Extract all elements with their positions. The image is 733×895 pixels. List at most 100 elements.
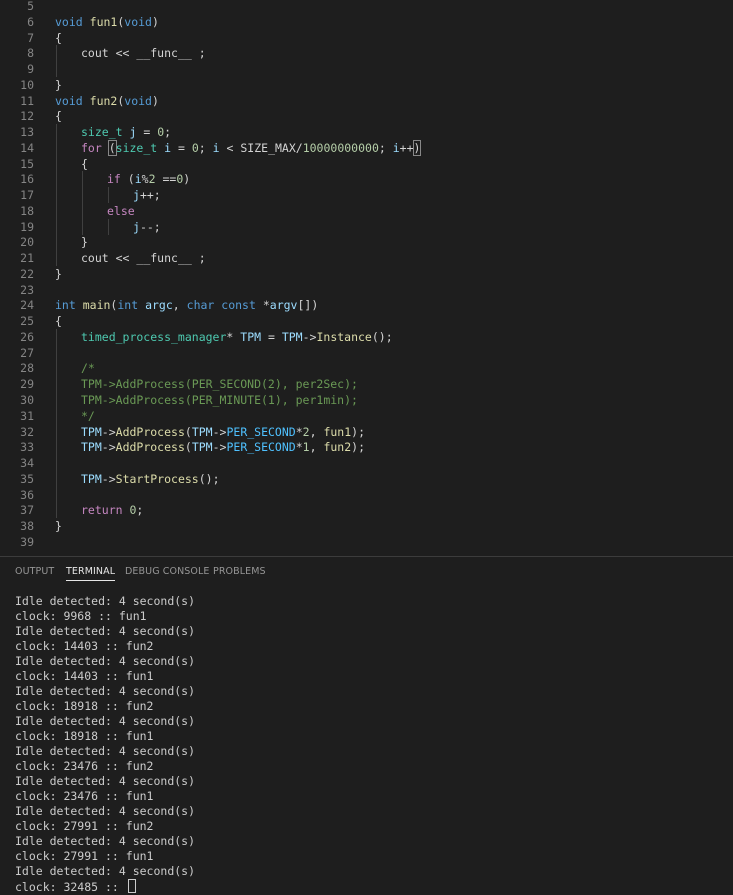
indent-guide [56, 218, 57, 235]
code-text: if (i%2 ==0) [107, 172, 191, 187]
terminal-line: Idle detected: 4 second(s) [15, 864, 196, 878]
code-line[interactable]: 33 TPM->AddProcess(TPM->PER_SECOND*1, fun… [0, 439, 733, 456]
line-number: 32 [20, 424, 34, 439]
code-text: else [107, 203, 135, 218]
code-line[interactable]: 31 */ [0, 407, 733, 424]
code-text: { [55, 30, 62, 45]
code-line[interactable]: 8 cout << __func__ ; [0, 45, 733, 62]
indent-guide [82, 202, 83, 219]
line-number: 14 [20, 140, 34, 155]
tab-debug-console[interactable]: DEBUG CONSOLE [125, 566, 210, 577]
line-number: 38 [20, 519, 34, 534]
terminal-line: clock: 18918 :: fun2 [15, 699, 154, 713]
code-line[interactable]: 16 if (i%2 ==0) [0, 171, 733, 188]
indent-guide [82, 187, 83, 204]
indent-guide [56, 139, 57, 156]
line-number: 12 [20, 109, 34, 124]
line-number: 22 [20, 266, 34, 281]
line-number: 17 [20, 188, 34, 203]
code-line[interactable]: 14 for (size_t i = 0; i < SIZE_MAX/100000… [0, 139, 733, 156]
code-line[interactable]: 21 cout << __func__ ; [0, 250, 733, 267]
line-number: 36 [20, 487, 34, 502]
code-line[interactable]: 35 TPM->StartProcess(); [0, 470, 733, 487]
line-number: 30 [20, 393, 34, 407]
terminal-line: Idle detected: 4 second(s) [15, 774, 196, 788]
code-line[interactable]: 36 [0, 486, 733, 503]
indent-guide [108, 218, 109, 235]
indent-guide [56, 455, 57, 472]
indent-guide [82, 171, 83, 188]
code-line[interactable]: 5 [0, 0, 733, 14]
code-line[interactable]: 13 size_t j = 0; [0, 124, 733, 141]
code-line[interactable]: 15 { [0, 155, 733, 172]
code-line[interactable]: 9 [0, 61, 733, 78]
terminal-line: Idle detected: 4 second(s) [15, 804, 196, 818]
code-text: size_t j = 0; [81, 125, 172, 140]
tab-problems[interactable]: PROBLEMS [213, 566, 266, 577]
line-number: 16 [20, 172, 34, 187]
line-number: 37 [20, 503, 34, 518]
code-line[interactable]: 23 [0, 282, 733, 298]
line-number: 8 [27, 46, 34, 61]
line-number: 24 [20, 298, 34, 313]
indent-guide [56, 155, 57, 172]
code-text: cout << __func__ ; [81, 251, 206, 266]
indent-guide [56, 486, 57, 503]
terminal-line: clock: 18918 :: fun1 [15, 729, 154, 743]
code-line[interactable]: 38} [0, 518, 733, 534]
code-text: } [55, 266, 62, 281]
code-line[interactable]: 34 [0, 455, 733, 472]
code-line[interactable]: 11 void fun2(void) [0, 93, 733, 109]
line-number: 33 [20, 440, 34, 455]
code-line[interactable]: 26 timed_process_manager* TPM = TPM->Inst… [0, 328, 733, 345]
code-line[interactable]: 6 void fun1(void) [0, 14, 733, 30]
line-number: 25 [20, 314, 34, 329]
indent-guide [56, 61, 57, 78]
indent-guide [56, 423, 57, 440]
terminal-line: clock: 14403 :: fun1 [15, 669, 154, 683]
code-line[interactable]: 25 { [0, 313, 733, 329]
code-text: } [55, 519, 62, 534]
tab-output[interactable]: OUTPUT [15, 566, 54, 577]
code-line[interactable]: 30 TPM->AddProcess(PER_MINUTE(1), per1min… [0, 392, 733, 408]
code-text: cout << __func__ ; [81, 46, 206, 61]
code-line[interactable]: 29 TPM->AddProcess(PER_SECOND(2), per2Sec… [0, 376, 733, 393]
line-number: 20 [20, 235, 34, 250]
code-text: void fun1(void) [55, 14, 159, 29]
terminal-line: clock: 14403 :: fun2 [15, 639, 154, 653]
indent-guide [56, 328, 57, 345]
code-line[interactable]: 17 j++; [0, 187, 733, 204]
code-editor[interactable]: 5 6 void fun1(void) 7{8 cout << __func__ ; 9 1… [0, 0, 733, 556]
code-line[interactable]: 24 int main(int argc, char const *argv[]) [0, 297, 733, 313]
code-line[interactable]: 7{ [0, 30, 733, 46]
tab-terminal[interactable]: TERMINAL [66, 566, 116, 581]
code-line[interactable]: 32 TPM->AddProcess(TPM->PER_SECOND*2, fun… [0, 423, 733, 440]
panel-tabs: OUTPUT TERMINAL DEBUG CONSOLE PROBLEMS [0, 557, 733, 587]
code-line[interactable]: 20} [0, 234, 733, 251]
code-text: */ [81, 408, 95, 423]
code-text: j--; [133, 219, 161, 234]
line-number: 29 [20, 377, 34, 392]
indent-guide [56, 124, 57, 141]
line-number: 7 [27, 30, 34, 45]
line-number: 39 [20, 534, 34, 549]
indent-guide [56, 45, 57, 62]
line-number: 34 [20, 456, 34, 471]
code-line[interactable]: 18 else [0, 202, 733, 219]
code-line[interactable]: 10} [0, 77, 733, 93]
code-text: { [55, 314, 62, 329]
code-text: } [81, 235, 88, 250]
code-line[interactable]: 39 [0, 534, 733, 550]
code-line[interactable]: 28 /* [0, 360, 733, 377]
code-line[interactable]: 22} [0, 266, 733, 282]
code-line[interactable]: 27 [0, 344, 733, 361]
code-line[interactable]: 19 j--; [0, 218, 733, 235]
bottom-panel: OUTPUT TERMINAL DEBUG CONSOLE PROBLEMS I… [0, 557, 733, 895]
line-number: 21 [20, 251, 34, 266]
code-text: TPM->AddProcess(TPM->PER_SECOND*1, fun2)… [81, 440, 366, 455]
code-line[interactable]: 37 return 0; [0, 502, 733, 519]
indent-guide [56, 376, 57, 393]
code-line[interactable]: 12 { [0, 108, 733, 124]
terminal-output[interactable]: Idle detected: 4 second(s) clock: 9968 ::… [15, 594, 195, 894]
code-text: return 0; [81, 503, 144, 518]
